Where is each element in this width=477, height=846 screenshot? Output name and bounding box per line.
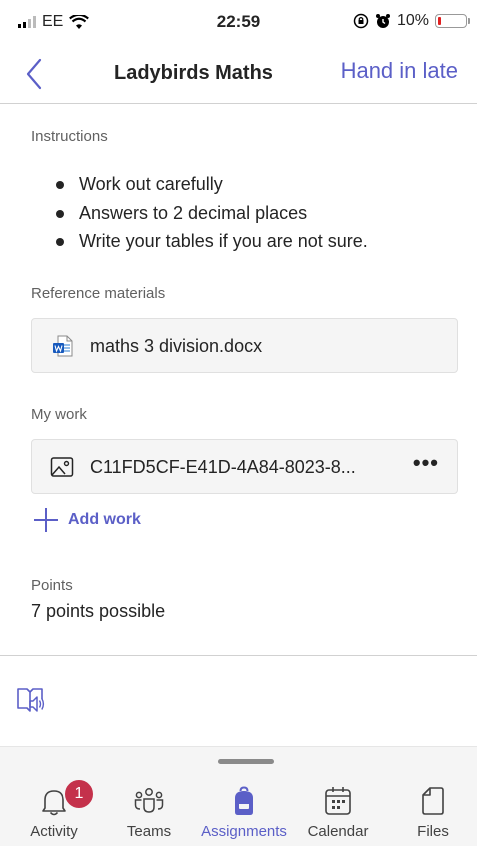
instruction-item: Write your tables if you are not sure.: [31, 227, 368, 256]
plus-icon: [34, 508, 58, 532]
add-work-label: Add work: [68, 511, 141, 528]
points-label: Points: [31, 577, 73, 594]
reference-file-card[interactable]: maths 3 division.docx: [31, 318, 458, 373]
my-work-file-name: C11FD5CF-E41D-4A84-8023-8...: [90, 457, 356, 477]
calendar-icon: [325, 787, 351, 815]
points-value: 7 points possible: [31, 601, 166, 621]
file-icon: [422, 787, 444, 815]
tab-calendar[interactable]: Calendar: [290, 785, 386, 840]
tab-assignments[interactable]: Assignments: [196, 785, 292, 840]
status-right: 10%: [353, 12, 470, 30]
reference-materials-label: Reference materials: [31, 285, 166, 302]
tab-label: Assignments: [201, 823, 287, 840]
drag-handle[interactable]: [218, 759, 274, 764]
tab-label: Activity: [30, 823, 78, 840]
tab-teams[interactable]: Teams: [101, 785, 197, 840]
battery-percent: 10%: [396, 12, 429, 29]
backpack-icon: [235, 786, 253, 815]
tab-label: Calendar: [307, 823, 369, 840]
tab-files[interactable]: Files: [385, 785, 477, 840]
add-work-button[interactable]: Add work: [34, 508, 141, 532]
divider: [0, 655, 477, 656]
word-document-icon: [53, 335, 73, 357]
immersive-reader-icon[interactable]: [16, 685, 46, 715]
alarm-icon: [375, 14, 390, 28]
tab-label: Teams: [126, 823, 172, 840]
instructions-label: Instructions: [31, 128, 108, 145]
status-bar: EE 22:59 10%: [0, 0, 477, 46]
activity-badge: 1: [63, 778, 95, 810]
my-work-label: My work: [31, 406, 87, 423]
instruction-item: Answers to 2 decimal places: [31, 199, 368, 228]
header: Ladybirds Maths Hand in late: [0, 46, 477, 104]
page-title: Ladybirds Maths: [114, 62, 273, 84]
back-chevron-icon[interactable]: [22, 56, 48, 92]
rotation-lock-icon: [353, 13, 369, 29]
image-file-icon: [50, 457, 74, 477]
my-work-file-card[interactable]: C11FD5CF-E41D-4A84-8023-8... •••: [31, 439, 458, 494]
more-options-icon[interactable]: •••: [413, 450, 439, 476]
hand-in-late-button[interactable]: Hand in late: [341, 58, 458, 84]
reference-file-name: maths 3 division.docx: [90, 336, 263, 356]
instructions-list: Work out carefully Answers to 2 decimal …: [31, 170, 368, 256]
teams-icon: [134, 788, 164, 813]
tab-label: Files: [417, 823, 449, 840]
instruction-item: Work out carefully: [31, 170, 368, 199]
battery-icon: [435, 14, 470, 28]
